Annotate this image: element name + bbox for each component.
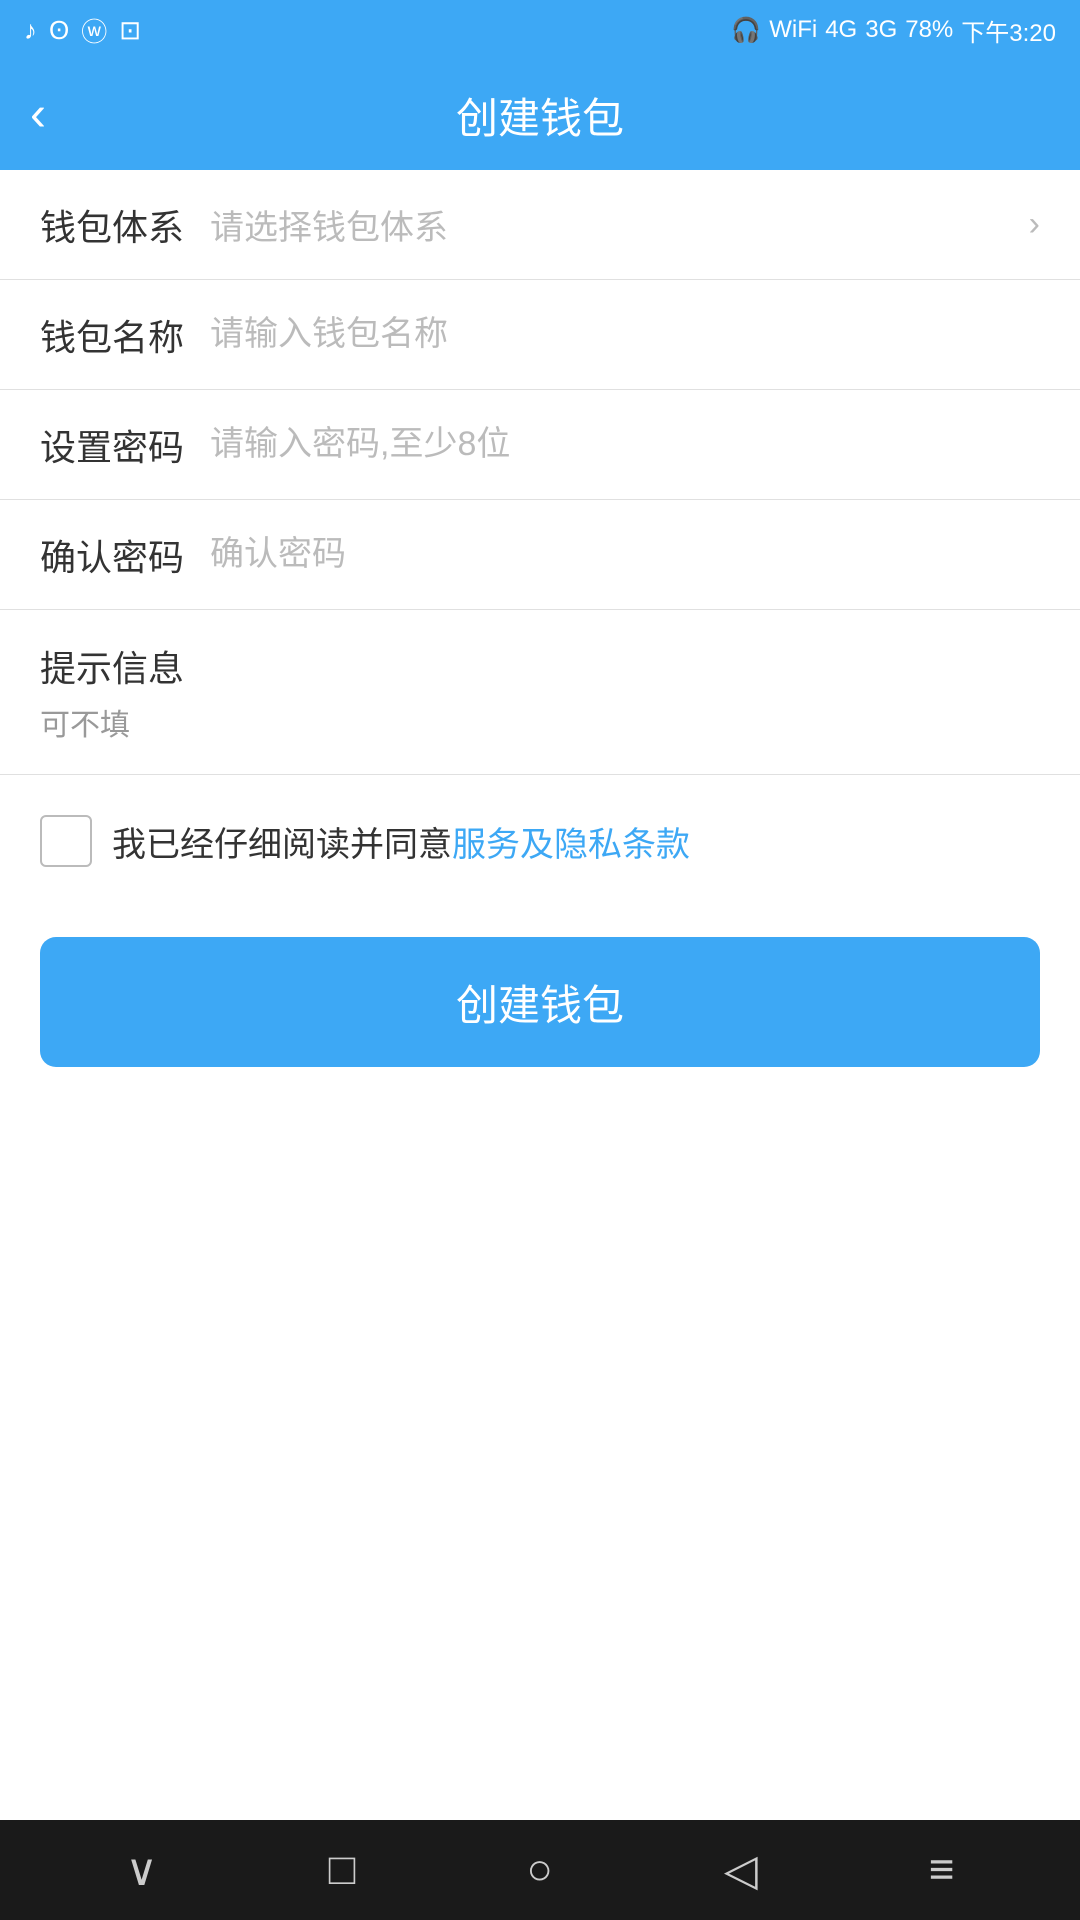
- status-bar-right: 🎧 WiFi 4G 3G 78% 下午3:20: [731, 13, 1056, 48]
- create-btn-wrapper: 创建钱包: [0, 907, 1080, 1097]
- password-row: 设置密码: [0, 390, 1080, 500]
- wallet-name-label: 钱包名称: [40, 309, 210, 361]
- wechat-icon: ⓦ: [81, 12, 107, 49]
- battery-level: 78%: [905, 16, 953, 44]
- agreement-row: 我已经仔细阅读并同意服务及隐私条款: [0, 775, 1080, 907]
- bottom-nav: ∨ □ ○ ◁ ≡: [0, 1820, 1080, 1920]
- wallet-system-row[interactable]: 钱包体系 请选择钱包体系 ›: [0, 170, 1080, 280]
- wallet-system-label: 钱包体系: [40, 199, 210, 251]
- record-icon: ⊡: [119, 15, 141, 46]
- hint-label: 提示信息: [40, 640, 1040, 692]
- password-input[interactable]: [210, 405, 1040, 484]
- time-display: 下午3:20: [961, 13, 1056, 48]
- header: ‹ 创建钱包: [0, 60, 1080, 170]
- nav-home-icon[interactable]: ○: [526, 1845, 553, 1895]
- confirm-password-input[interactable]: [210, 515, 1040, 594]
- status-bar-left: ♪ ʘ ⓦ ⊡: [24, 12, 141, 49]
- chevron-right-icon: ›: [1029, 205, 1040, 244]
- wallet-name-row: 钱包名称: [0, 280, 1080, 390]
- nav-back-icon[interactable]: ◁: [724, 1845, 758, 1896]
- page-title: 创建钱包: [456, 85, 624, 146]
- wallet-system-value: 请选择钱包体系: [210, 180, 1029, 269]
- agreement-text: 我已经仔细阅读并同意服务及隐私条款: [112, 817, 690, 866]
- nav-menu-icon[interactable]: ≡: [929, 1845, 955, 1895]
- wifi-icon: WiFi: [769, 16, 817, 44]
- password-label: 设置密码: [40, 419, 210, 471]
- confirm-password-row: 确认密码: [0, 500, 1080, 610]
- wallet-name-input[interactable]: [210, 295, 1040, 374]
- nav-down-icon[interactable]: ∨: [126, 1845, 158, 1896]
- hint-row: 提示信息 可不填: [0, 610, 1080, 775]
- music-icon: ♪: [24, 15, 37, 46]
- back-button[interactable]: ‹: [30, 91, 46, 139]
- agreement-checkbox[interactable]: [40, 815, 92, 867]
- signal-3g-icon: 3G: [865, 16, 897, 44]
- form-content: 钱包体系 请选择钱包体系 › 钱包名称 设置密码 确认密码 提示信息 可不填 我…: [0, 170, 1080, 1820]
- nav-square-icon[interactable]: □: [329, 1845, 356, 1895]
- signal-4g-icon: 4G: [825, 16, 857, 44]
- agreement-link[interactable]: 服务及隐私条款: [452, 826, 690, 864]
- create-wallet-button[interactable]: 创建钱包: [40, 937, 1040, 1067]
- status-bar: ♪ ʘ ⓦ ⊡ 🎧 WiFi 4G 3G 78% 下午3:20: [0, 0, 1080, 60]
- qq-icon: ʘ: [49, 15, 69, 46]
- confirm-password-label: 确认密码: [40, 529, 210, 581]
- hint-sub: 可不填: [40, 700, 1040, 744]
- headphone-icon: 🎧: [731, 16, 761, 45]
